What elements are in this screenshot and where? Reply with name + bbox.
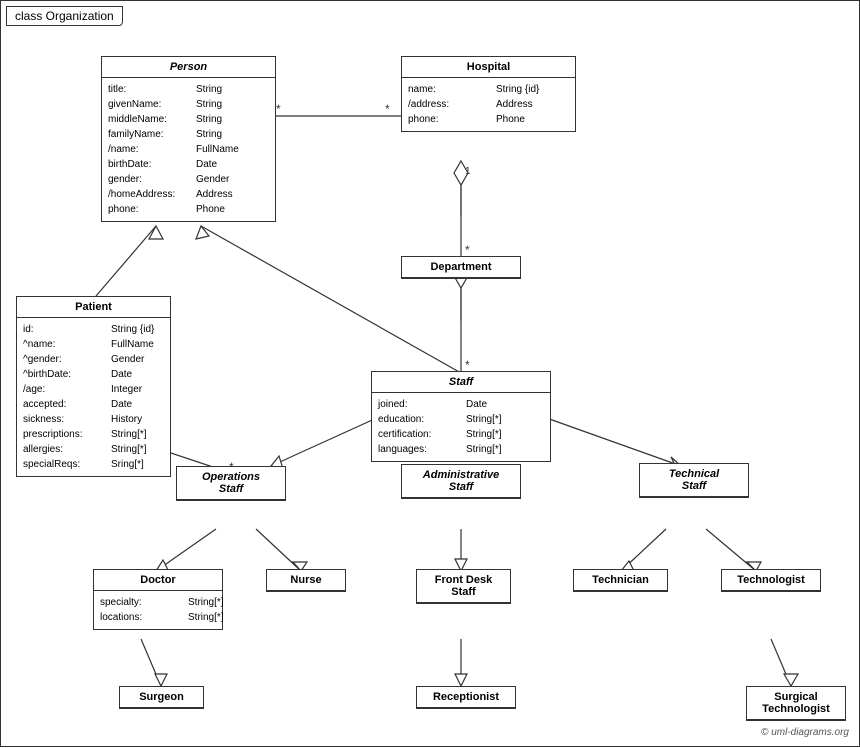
class-surgical-technologist-name: SurgicalTechnologist [747, 687, 845, 720]
class-administrative-staff-name: AdministrativeStaff [402, 465, 520, 498]
class-staff-attrs: joined:Date education:String[*] certific… [372, 393, 550, 461]
class-receptionist: Receptionist [416, 686, 516, 709]
diagram-container: class Organization * * 1 * 1 * [0, 0, 860, 747]
class-surgeon-name: Surgeon [120, 687, 203, 708]
class-receptionist-name: Receptionist [417, 687, 515, 708]
diagram-title: class Organization [6, 6, 123, 26]
class-technical-staff-name: TechnicalStaff [640, 464, 748, 497]
class-person: Person title:String givenName:String mid… [101, 56, 276, 222]
svg-text:*: * [465, 243, 470, 257]
class-technician-name: Technician [574, 570, 667, 591]
svg-text:*: * [276, 102, 281, 116]
class-department: Department [401, 256, 521, 279]
svg-text:*: * [465, 358, 470, 372]
class-surgical-technologist: SurgicalTechnologist [746, 686, 846, 721]
class-operations-staff-name: OperationsStaff [177, 467, 285, 500]
copyright: © uml-diagrams.org [761, 727, 849, 738]
svg-text:*: * [385, 102, 390, 116]
class-department-name: Department [402, 257, 520, 278]
class-surgeon: Surgeon [119, 686, 204, 709]
class-technologist: Technologist [721, 569, 821, 592]
class-hospital: Hospital name:String {id} /address:Addre… [401, 56, 576, 132]
class-patient: Patient id:String {id} ^name:FullName ^g… [16, 296, 171, 477]
svg-text:1: 1 [465, 166, 471, 177]
class-technical-staff: TechnicalStaff [639, 463, 749, 498]
class-doctor-name: Doctor [94, 570, 222, 591]
class-hospital-attrs: name:String {id} /address:Address phone:… [402, 78, 575, 131]
class-patient-name: Patient [17, 297, 170, 318]
class-technologist-name: Technologist [722, 570, 820, 591]
class-administrative-staff: AdministrativeStaff [401, 464, 521, 499]
class-nurse: Nurse [266, 569, 346, 592]
class-technician: Technician [573, 569, 668, 592]
class-nurse-name: Nurse [267, 570, 345, 591]
class-patient-attrs: id:String {id} ^name:FullName ^gender:Ge… [17, 318, 170, 476]
class-operations-staff: OperationsStaff [176, 466, 286, 501]
class-doctor: Doctor specialty:String[*] locations:Str… [93, 569, 223, 630]
class-staff: Staff joined:Date education:String[*] ce… [371, 371, 551, 462]
class-hospital-name: Hospital [402, 57, 575, 78]
class-doctor-attrs: specialty:String[*] locations:String[*] [94, 591, 222, 629]
class-person-attrs: title:String givenName:String middleName… [102, 78, 275, 221]
class-staff-name: Staff [372, 372, 550, 393]
class-front-desk-staff: Front DeskStaff [416, 569, 511, 604]
class-person-name: Person [102, 57, 275, 78]
class-front-desk-staff-name: Front DeskStaff [417, 570, 510, 603]
